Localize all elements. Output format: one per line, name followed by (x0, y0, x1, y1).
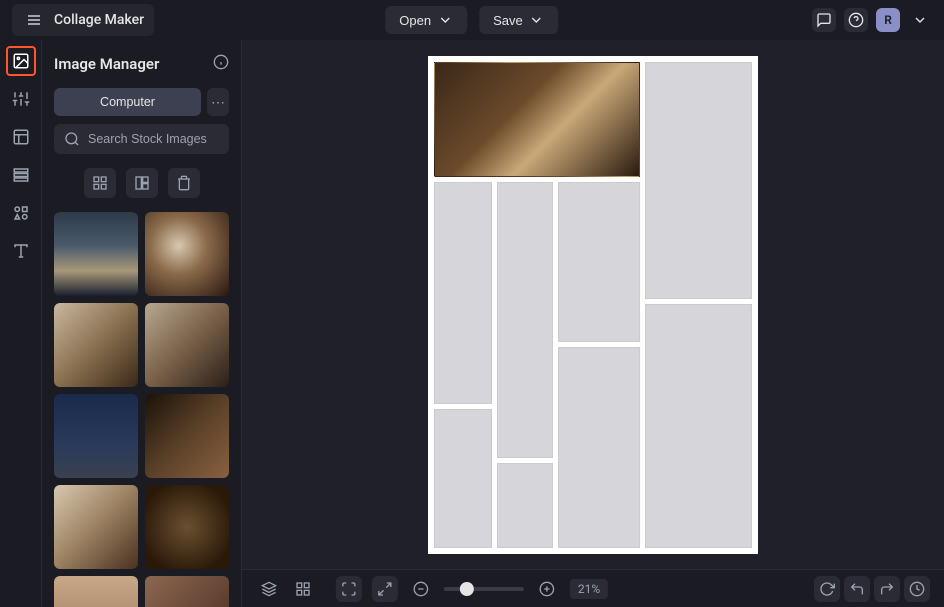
collage-cell-3[interactable] (434, 182, 492, 404)
fill-grid-button[interactable] (84, 168, 116, 198)
zoom-slider[interactable] (444, 587, 524, 591)
text-icon (12, 242, 30, 260)
history-icon (909, 581, 925, 597)
refresh-icon (819, 581, 835, 597)
chevron-down-icon (529, 12, 545, 28)
collage-icon (134, 175, 150, 191)
fit-screen-button[interactable] (336, 576, 362, 602)
collage-cell-9[interactable] (497, 463, 553, 548)
thumbnail-canyon[interactable] (145, 576, 229, 607)
main-menu-button[interactable] (22, 8, 46, 32)
collage-cell-8[interactable] (434, 409, 492, 548)
upload-more-button[interactable]: ⋯ (207, 88, 229, 116)
shapes-icon (12, 204, 30, 222)
comments-button[interactable] (812, 8, 836, 32)
sliders-icon (12, 90, 30, 108)
upload-computer-button[interactable]: Computer (54, 88, 201, 116)
zoom-slider-thumb[interactable] (460, 582, 474, 596)
plus-circle-icon (539, 581, 555, 597)
help-icon (848, 12, 864, 28)
sidebar-title: Image Manager (54, 55, 159, 73)
open-dropdown[interactable]: Open (385, 6, 467, 34)
search-stock-label: Search Stock Images (88, 132, 207, 146)
info-button[interactable] (213, 54, 229, 74)
search-stock-button[interactable]: Search Stock Images (54, 124, 229, 154)
thumbnail-castle-desert[interactable] (54, 576, 138, 607)
layers-button[interactable] (256, 576, 282, 602)
minus-circle-icon (413, 581, 429, 597)
chevron-down-icon (437, 12, 453, 28)
collage-layout-button[interactable] (126, 168, 158, 198)
stack-icon (12, 166, 30, 184)
actual-size-button[interactable] (372, 576, 398, 602)
save-dropdown[interactable]: Save (479, 6, 559, 34)
image-icon (12, 52, 30, 70)
help-button[interactable] (844, 8, 868, 32)
grid-icon (295, 581, 311, 597)
rail-elements[interactable] (6, 198, 36, 228)
chevron-down-icon (912, 12, 928, 28)
expand-icon (377, 581, 393, 597)
info-icon (213, 54, 229, 70)
collage-cell-4[interactable] (497, 182, 553, 458)
collage-cell-2[interactable] (645, 62, 752, 299)
undo-button[interactable] (844, 576, 870, 602)
zoom-out-button[interactable] (408, 576, 434, 602)
thumbnail-hand-ring[interactable] (145, 212, 229, 296)
rail-stock[interactable] (6, 160, 36, 190)
rail-adjustments[interactable] (6, 84, 36, 114)
zoom-in-button[interactable] (534, 576, 560, 602)
thumbnail-embrace[interactable] (145, 394, 229, 478)
reset-button[interactable] (814, 576, 840, 602)
thumbnail-couple[interactable] (145, 303, 229, 387)
rail-image-manager[interactable] (6, 46, 36, 76)
collage-canvas[interactable] (428, 56, 758, 554)
save-label: Save (493, 13, 523, 28)
collage-cell-7[interactable] (558, 347, 640, 548)
thumbnail-man-closeup[interactable] (54, 485, 138, 569)
rail-layouts[interactable] (6, 122, 36, 152)
layout-icon (12, 128, 30, 146)
layers-icon (261, 581, 277, 597)
delete-button[interactable] (168, 168, 200, 198)
thumbnail-hands-dark[interactable] (145, 485, 229, 569)
chat-icon (816, 12, 832, 28)
thumbnail-man-portrait[interactable] (54, 303, 138, 387)
app-title: Collage Maker (54, 12, 144, 28)
grid-view-button[interactable] (290, 576, 316, 602)
collage-cell-5[interactable] (558, 182, 640, 342)
redo-icon (879, 581, 895, 597)
user-avatar[interactable]: R (876, 8, 900, 32)
redo-button[interactable] (874, 576, 900, 602)
rail-text[interactable] (6, 236, 36, 266)
thumbnail-stargazing[interactable] (54, 394, 138, 478)
grid-fill-icon (92, 175, 108, 191)
trash-icon (176, 175, 192, 191)
collage-cell-1[interactable] (434, 62, 640, 177)
open-label: Open (399, 13, 431, 28)
undo-icon (849, 581, 865, 597)
zoom-percent: 21% (570, 579, 608, 599)
maximize-icon (341, 581, 357, 597)
thumbnail-silhouette-evening[interactable] (54, 212, 138, 296)
history-button[interactable] (904, 576, 930, 602)
account-menu[interactable] (908, 8, 932, 32)
collage-cell-6[interactable] (645, 304, 752, 548)
search-icon (64, 131, 80, 147)
